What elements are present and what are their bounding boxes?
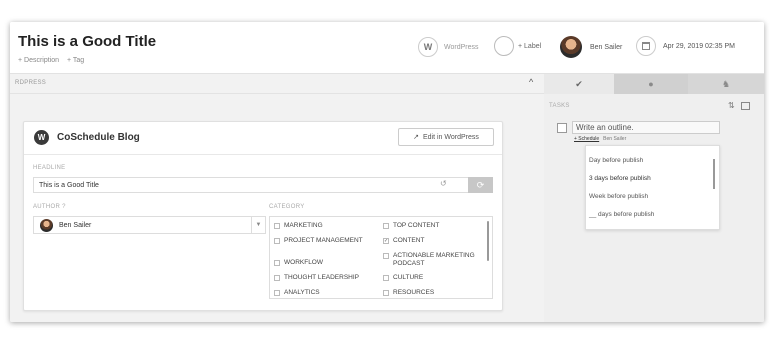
avatar (560, 36, 582, 58)
category-item[interactable]: PROJECT MANAGEMENT (274, 237, 372, 245)
blog-name: CoSchedule Blog (57, 132, 140, 143)
task-assignee[interactable]: Ben Sailer (603, 136, 626, 142)
comment-icon: ● (648, 79, 654, 89)
checkbox[interactable] (383, 290, 389, 296)
headline-label: HEADLINE (33, 165, 66, 171)
checkbox[interactable] (383, 275, 389, 281)
scrollbar[interactable] (713, 159, 715, 189)
scrollbar[interactable] (487, 221, 489, 261)
category-item[interactable]: ✓ CONTENT (383, 237, 424, 245)
author-select[interactable]: Ben Sailer ▼ (33, 216, 266, 234)
category-item[interactable]: TOP CONTENT (383, 222, 439, 230)
divider (24, 154, 502, 155)
wordpress-logo-icon: W (34, 130, 49, 145)
category-item[interactable]: WORKFLOW (274, 259, 323, 267)
category-item[interactable]: THOUGHT LEADERSHIP (274, 274, 359, 282)
app-window: This is a Good Title + Description + Tag… (10, 22, 764, 322)
sort-icon[interactable]: ⇅ (728, 101, 735, 110)
edit-button-label: Edit in WordPress (422, 133, 479, 141)
label-button: + Label (518, 42, 542, 50)
side-panel: ✔ ● ♞ TASKS ⇅ Write an outline. + Schedu… (544, 74, 764, 322)
panel-tabs: ✔ ● ♞ (544, 74, 764, 94)
category-item-label: WORKFLOW (284, 259, 323, 266)
publish-date: Apr 29, 2019 02:35 PM (663, 42, 735, 50)
schedule-option[interactable]: __ days before publish (589, 211, 654, 218)
category-item[interactable]: RESOURCES (383, 289, 434, 297)
category-item-label: THOUGHT LEADERSHIP (284, 274, 360, 281)
category-label: CATEGORY (269, 204, 305, 210)
author-label: AUTHOR ? (33, 204, 66, 210)
tasks-label: TASKS (549, 103, 570, 109)
category-item[interactable]: CULTURE (383, 274, 423, 282)
undo-icon[interactable]: ↺ (440, 179, 447, 188)
tab-comments[interactable]: ● (614, 74, 688, 94)
blog-header: W CoSchedule Blog (34, 130, 140, 145)
checkbox[interactable] (274, 290, 280, 296)
checkbox[interactable] (274, 275, 280, 281)
category-item-label: PROJECT MANAGEMENT (284, 237, 363, 244)
section-label: RDPRESS (15, 80, 47, 86)
chevron-down-icon: ▼ (251, 217, 265, 233)
checkbox-checked[interactable]: ✓ (383, 238, 389, 244)
category-item[interactable]: ACTIONABLE MARKETING PODCAST (383, 252, 483, 268)
refresh-button[interactable]: ⟳ (468, 177, 493, 193)
label-color-icon (494, 36, 514, 56)
check-icon: ✔ (575, 78, 583, 89)
schedule-link[interactable]: + Schedule (574, 136, 599, 142)
tab-people[interactable]: ♞ (688, 74, 764, 94)
list-icon[interactable] (741, 102, 750, 110)
owner-name: Ben Sailer (590, 43, 623, 51)
schedule-option[interactable]: 3 days before publish (589, 175, 651, 182)
chevron-up-icon[interactable]: ^ (529, 77, 533, 87)
header: This is a Good Title + Description + Tag… (10, 22, 764, 74)
task-checkbox[interactable] (557, 123, 567, 133)
page-title[interactable]: This is a Good Title (18, 33, 156, 50)
schedule-dropdown: Day before publish 3 days before publish… (585, 145, 720, 230)
checkbox[interactable] (274, 238, 280, 244)
edit-in-wordpress-button[interactable]: ↗ Edit in WordPress (398, 128, 494, 146)
checkbox[interactable] (274, 260, 280, 266)
platform-chip[interactable]: W WordPress (418, 37, 479, 57)
platform-label: WordPress (444, 43, 479, 51)
category-item[interactable]: MARKETING (274, 222, 323, 230)
author-value: Ben Sailer (59, 221, 92, 229)
schedule-option[interactable]: Week before publish (589, 193, 648, 200)
category-item-label: MARKETING (284, 222, 323, 229)
date-chip[interactable]: Apr 29, 2019 02:35 PM (636, 36, 735, 56)
category-list[interactable]: MARKETING PROJECT MANAGEMENT WORKFLOW TH… (269, 216, 493, 299)
category-item-label: CULTURE (393, 274, 424, 281)
main-panel: W CoSchedule Blog ↗ Edit in WordPress HE… (10, 94, 544, 322)
task-input[interactable]: Write an outline. (572, 121, 720, 134)
checkbox[interactable] (274, 223, 280, 229)
section-bar[interactable]: RDPRESS ^ (10, 74, 544, 94)
category-item-label: CONTENT (393, 237, 425, 244)
external-link-icon: ↗ (413, 134, 419, 141)
people-icon: ♞ (721, 78, 731, 89)
avatar (40, 218, 53, 232)
add-tag-link[interactable]: + Tag (67, 57, 84, 64)
calendar-icon (636, 36, 656, 56)
tab-tasks[interactable]: ✔ (544, 74, 614, 94)
schedule-option[interactable]: Day before publish (589, 157, 643, 164)
category-item-label: RESOURCES (393, 289, 435, 296)
owner-chip[interactable]: Ben Sailer (560, 36, 622, 58)
category-item-label: ACTIONABLE MARKETING PODCAST (393, 252, 475, 267)
category-item-label: TOP CONTENT (393, 222, 440, 229)
category-item-label: ANALYTICS (284, 289, 320, 296)
checkbox[interactable] (383, 223, 389, 229)
wordpress-icon: W (418, 37, 438, 57)
label-chip[interactable]: + Label (494, 36, 541, 56)
checkbox[interactable] (383, 253, 389, 259)
meta-links: + Description + Tag (18, 57, 90, 64)
task-meta: + Schedule Ben Sailer (574, 136, 626, 142)
headline-input[interactable]: This is a Good Title (33, 177, 493, 193)
category-item[interactable]: ANALYTICS (274, 289, 320, 297)
add-description-link[interactable]: + Description (18, 57, 59, 64)
blog-card: W CoSchedule Blog ↗ Edit in WordPress HE… (23, 121, 503, 311)
